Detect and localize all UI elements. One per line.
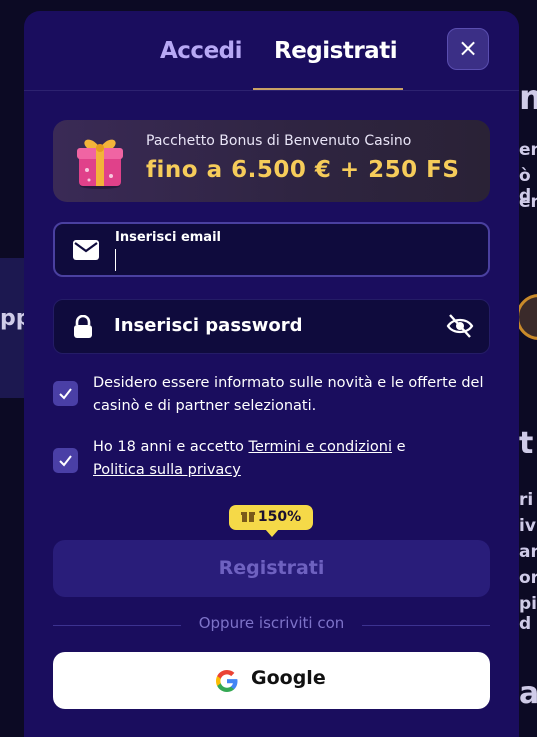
checkmark-icon <box>59 388 72 400</box>
close-icon: × <box>457 34 479 62</box>
tab-accedi[interactable]: Accedi <box>160 38 243 64</box>
background-text-right: ivit <box>519 516 537 536</box>
gift-icon <box>240 507 255 532</box>
terms-prefix: Ho 18 anni e accetto <box>93 439 249 455</box>
text-caret <box>115 249 116 271</box>
password-placeholder: Inserisci password <box>114 315 303 336</box>
envelope-icon <box>73 240 99 260</box>
background-text-right: eno <box>519 192 537 212</box>
background-text-right: a <box>519 676 537 711</box>
background-text-right: pi d <box>519 594 537 634</box>
gift-icon <box>77 139 123 189</box>
welcome-bonus-banner: Pacchetto Bonus di Benvenuto Casino fino… <box>53 120 490 202</box>
divider-text: Oppure iscriviti con <box>198 614 345 632</box>
email-field[interactable]: Inserisci email <box>53 222 490 277</box>
register-button[interactable]: Registrati <box>53 540 490 597</box>
badge-text: 150% <box>257 509 302 525</box>
consent-terms: Ho 18 anni e accetto Termini e condizion… <box>53 436 493 484</box>
google-icon <box>216 670 238 692</box>
close-button[interactable]: × <box>447 28 489 70</box>
terms-link[interactable]: Termini e condizioni <box>248 439 392 455</box>
background-text-right: an <box>519 542 537 562</box>
bonus-amount: fino a 6.500 € + 250 FS <box>146 157 460 183</box>
divider-line-right <box>362 625 490 626</box>
marketing-checkbox[interactable] <box>53 381 78 406</box>
active-tab-indicator <box>253 88 403 90</box>
background-text-right: t <box>519 426 534 461</box>
background-text-right: m <box>519 78 537 118</box>
bonus-percentage-badge: 150% <box>229 505 313 537</box>
background-text-right: en <box>519 140 537 160</box>
eye-off-icon[interactable] <box>446 313 474 339</box>
lock-icon <box>74 315 92 338</box>
registration-modal: Accedi Registrati × Pacchetto Bonus di B… <box>24 11 519 737</box>
consent-marketing: Desidero essere informato sulle novità e… <box>53 372 493 420</box>
background-text-right: orio <box>519 568 537 588</box>
tab-registrati[interactable]: Registrati <box>274 38 398 64</box>
terms-checkbox[interactable] <box>53 448 78 473</box>
google-signup-button[interactable]: Google <box>53 652 490 709</box>
marketing-consent-text: Desidero essere informato sulle novità e… <box>93 375 484 414</box>
terms-middle: e <box>392 439 406 455</box>
privacy-link[interactable]: Politica sulla privacy <box>93 462 241 478</box>
bonus-title: Pacchetto Bonus di Benvenuto Casino <box>146 133 412 149</box>
checkmark-icon <box>59 455 72 467</box>
background-star-badge <box>516 294 537 340</box>
terms-consent-text: Ho 18 anni e accetto Termini e condizion… <box>93 436 513 482</box>
email-field-label: Inserisci email <box>115 230 221 245</box>
background-text-right: ri <box>519 490 534 510</box>
auth-tabs: Accedi Registrati <box>24 11 519 91</box>
password-field[interactable]: Inserisci password <box>53 299 490 354</box>
google-button-label: Google <box>251 667 326 689</box>
